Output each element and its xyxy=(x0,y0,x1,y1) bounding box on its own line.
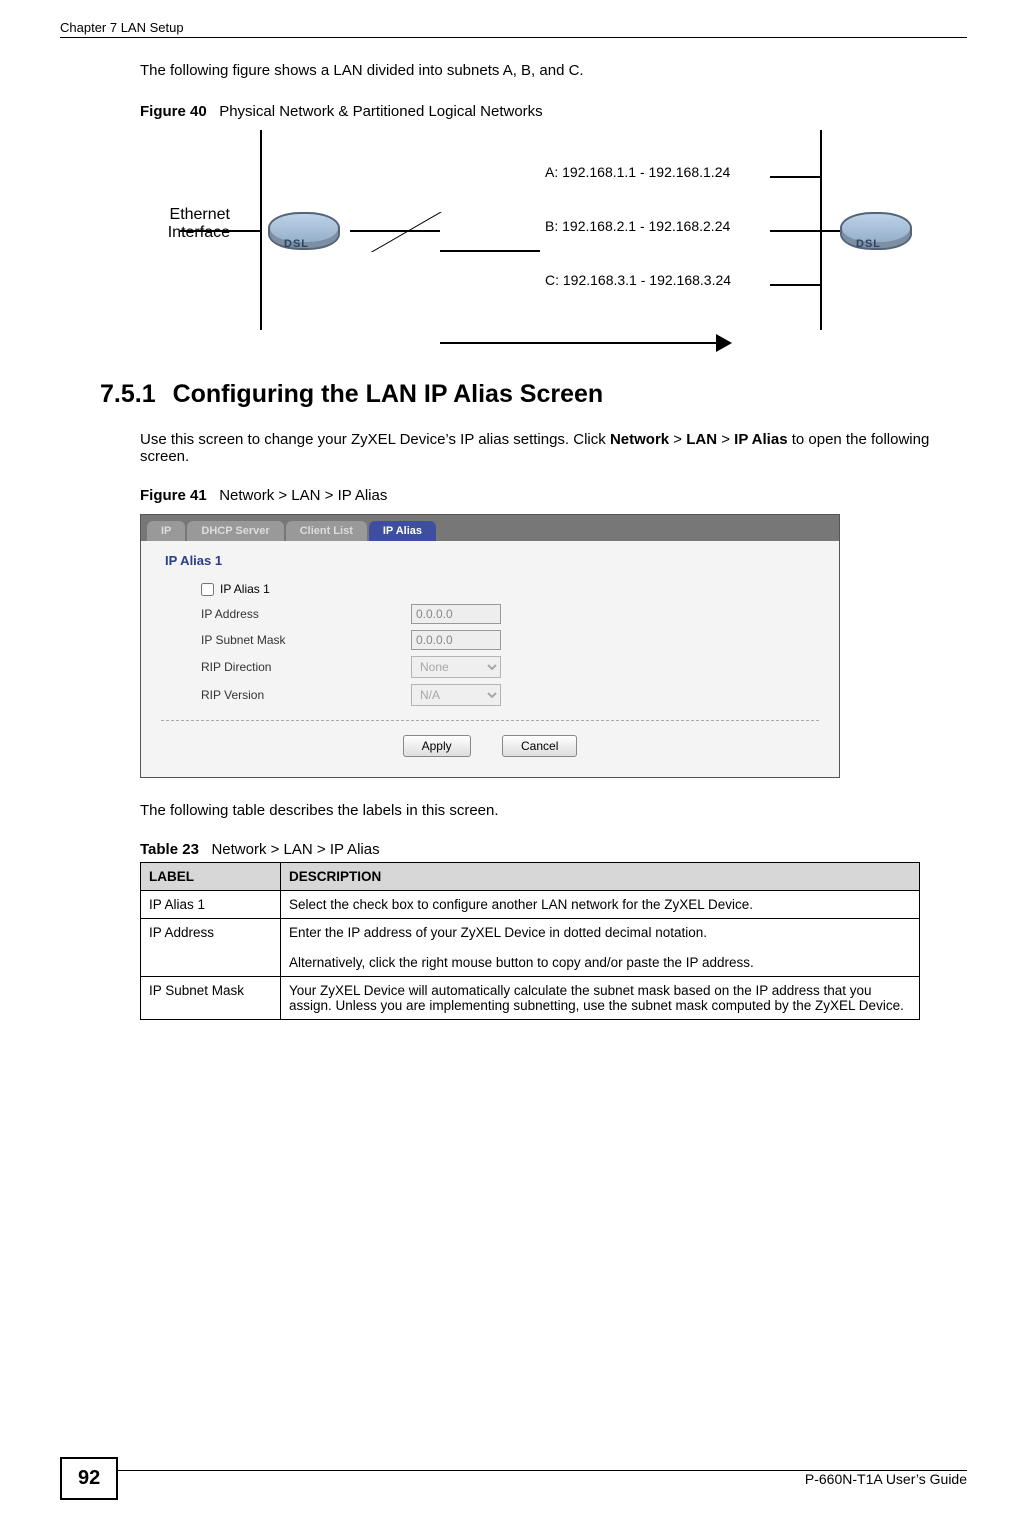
diagram-zig-segment xyxy=(371,212,442,252)
figure-41-title: Network > LAN > IP Alias xyxy=(219,487,387,504)
ip-address-label: IP Address xyxy=(201,607,411,621)
diagram-bus-left xyxy=(260,130,262,330)
row-label: IP Subnet Mask xyxy=(141,977,281,1020)
table-intro-paragraph: The following table describes the labels… xyxy=(140,802,967,819)
ip-subnet-mask-label: IP Subnet Mask xyxy=(201,633,411,647)
rip-direction-select[interactable]: None xyxy=(411,656,501,678)
rip-version-label: RIP Version xyxy=(201,688,411,702)
ip-alias-1-checkbox[interactable] xyxy=(201,583,214,596)
rip-version-select[interactable]: N/A xyxy=(411,684,501,706)
ip-subnet-mask-input[interactable] xyxy=(411,630,501,650)
intro-paragraph: The following figure shows a LAN divided… xyxy=(140,62,967,79)
page-number: 92 xyxy=(60,1457,118,1500)
diagram-branch-b xyxy=(770,230,820,232)
table-header-label: LABEL xyxy=(141,863,281,891)
diagram-zig-segment-2 xyxy=(440,250,540,252)
dsl-label: DSL xyxy=(856,238,881,250)
diagram-branch-router2 xyxy=(822,230,840,232)
guide-name: P-660N-T1A User’s Guide xyxy=(805,1471,967,1487)
table-row: IP Alias 1 Select the check box to confi… xyxy=(141,891,920,919)
row-desc: Your ZyXEL Device will automatically cal… xyxy=(281,977,920,1020)
ip-address-input[interactable] xyxy=(411,604,501,624)
page-footer: 92 P-660N-T1A User’s Guide xyxy=(60,1457,967,1500)
diagram-arrow-head-icon xyxy=(716,334,732,352)
ip-alias-panel: IP Alias 1 IP Alias 1 IP Address IP Subn… xyxy=(141,541,839,777)
ethernet-interface-label: Ethernet Interface xyxy=(140,206,230,242)
table-row: IP Address Enter the IP address of your … xyxy=(141,919,920,977)
tab-dhcp-server[interactable]: DHCP Server xyxy=(187,521,283,541)
ethernet-label-line2: Interface xyxy=(168,224,230,241)
table-23-caption: Table 23 Network > LAN > IP Alias xyxy=(140,841,967,858)
table-row: IP Subnet Mask Your ZyXEL Device will au… xyxy=(141,977,920,1020)
row-desc: Select the check box to configure anothe… xyxy=(281,891,920,919)
figure-40-title: Physical Network & Partitioned Logical N… xyxy=(219,103,542,120)
table-23-title: Network > LAN > IP Alias xyxy=(211,841,379,858)
section-number: 7.5.1 xyxy=(100,380,156,408)
cancel-button[interactable]: Cancel xyxy=(502,735,577,757)
section-title: Configuring the LAN IP Alias Screen xyxy=(173,380,604,408)
subnet-c-label: C: 192.168.3.1 - 192.168.3.24 xyxy=(545,272,731,288)
table-23-label: Table 23 xyxy=(140,841,199,858)
row-label: IP Alias 1 xyxy=(141,891,281,919)
figure-41-label: Figure 41 xyxy=(140,487,207,504)
apply-button[interactable]: Apply xyxy=(403,735,471,757)
ethernet-label-line1: Ethernet xyxy=(170,206,230,223)
section-intro-paragraph: Use this screen to change your ZyXEL Dev… xyxy=(140,431,967,465)
subnet-a-label: A: 192.168.1.1 - 192.168.1.24 xyxy=(545,164,730,180)
ip-alias-screenshot: IP DHCP Server Client List IP Alias IP A… xyxy=(140,514,840,778)
subnet-b-label: B: 192.168.2.1 - 192.168.2.24 xyxy=(545,218,730,234)
chapter-title: Chapter 7 LAN Setup xyxy=(60,20,184,35)
diagram-branch-c xyxy=(770,284,820,286)
dsl-label: DSL xyxy=(284,238,309,250)
page-header: Chapter 7 LAN Setup xyxy=(60,20,967,38)
router-icon-right: DSL xyxy=(840,212,912,250)
diagram-branch-a xyxy=(770,176,820,178)
ip-alias-1-checkbox-label: IP Alias 1 xyxy=(220,582,270,596)
panel-title: IP Alias 1 xyxy=(165,553,819,568)
figure-41-caption: Figure 41 Network > LAN > IP Alias xyxy=(140,487,967,504)
separator xyxy=(161,720,819,721)
tab-bar: IP DHCP Server Client List IP Alias xyxy=(141,515,839,541)
section-heading: 7.5.1 Configuring the LAN IP Alias Scree… xyxy=(100,380,967,409)
tab-client-list[interactable]: Client List xyxy=(286,521,367,541)
table-header-description: DESCRIPTION xyxy=(281,863,920,891)
row-desc: Enter the IP address of your ZyXEL Devic… xyxy=(281,919,920,977)
figure-40-diagram: Ethernet Interface DSL A: 192.168.1.1 - … xyxy=(140,130,920,360)
figure-40-label: Figure 40 xyxy=(140,103,207,120)
diagram-arrow-line xyxy=(440,342,720,344)
tab-ip[interactable]: IP xyxy=(147,521,185,541)
tab-ip-alias[interactable]: IP Alias xyxy=(369,521,436,541)
diagram-link-segment xyxy=(350,230,440,232)
row-label: IP Address xyxy=(141,919,281,977)
router-icon-left: DSL xyxy=(268,212,340,250)
rip-direction-label: RIP Direction xyxy=(201,660,411,674)
figure-40-caption: Figure 40 Physical Network & Partitioned… xyxy=(140,103,967,120)
table-23: LABEL DESCRIPTION IP Alias 1 Select the … xyxy=(140,862,920,1020)
